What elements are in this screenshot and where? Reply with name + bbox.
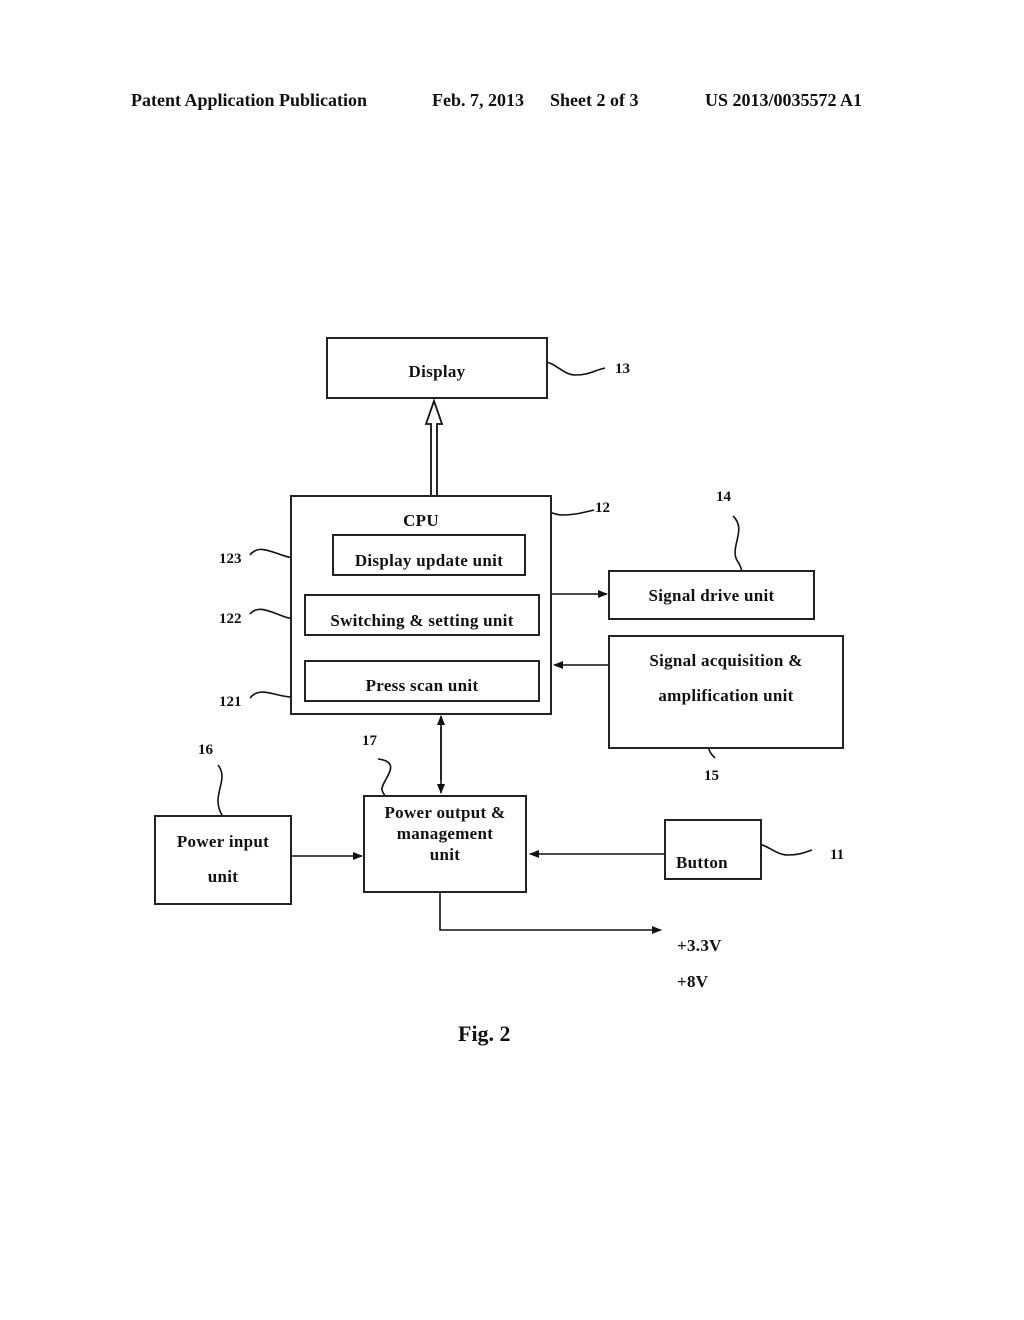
ref-13: 13	[615, 361, 630, 377]
ref-122: 122	[219, 611, 242, 627]
power-input-label-line1: Power input	[176, 832, 270, 851]
signal-acquisition-label-line1: Signal acquisition &	[649, 651, 803, 670]
switching-setting-unit-label: Switching & setting unit	[330, 611, 514, 630]
display-update-unit-label: Display update unit	[354, 551, 504, 570]
power-input-unit-block	[154, 815, 292, 905]
ref-17: 17	[362, 733, 377, 749]
display-label: Display	[408, 362, 466, 381]
press-scan-unit-label: Press scan unit	[365, 676, 479, 695]
ref-14: 14	[716, 489, 731, 505]
ref-11: 11	[830, 847, 845, 863]
leader-14	[732, 515, 743, 575]
ref-12: 12	[595, 500, 610, 516]
voltage-output-3v3: +3.3V	[677, 936, 722, 955]
cpu-label: CPU	[403, 511, 439, 530]
signal-drive-unit-label: Signal drive unit	[648, 586, 775, 605]
power-output-label-line1: Power output &	[384, 803, 506, 822]
ref-15: 15	[704, 768, 719, 784]
ref-123: 123	[219, 551, 242, 567]
power-output-label-line2: management	[396, 824, 494, 843]
signal-acquisition-label-line2: amplification unit	[658, 686, 794, 705]
power-input-label-line2: unit	[207, 867, 239, 886]
ref-16: 16	[198, 742, 213, 758]
leader-13	[537, 361, 606, 376]
button-label: Button	[676, 853, 728, 872]
ref-121: 121	[219, 694, 242, 710]
voltage-output-8v: +8V	[677, 972, 709, 991]
power-output-label-line3: unit	[429, 845, 461, 864]
power-output-voltage-arrow	[439, 893, 662, 934]
cpu-to-display-arrow	[424, 398, 444, 497]
figure-label: Fig. 2	[458, 1021, 511, 1046]
